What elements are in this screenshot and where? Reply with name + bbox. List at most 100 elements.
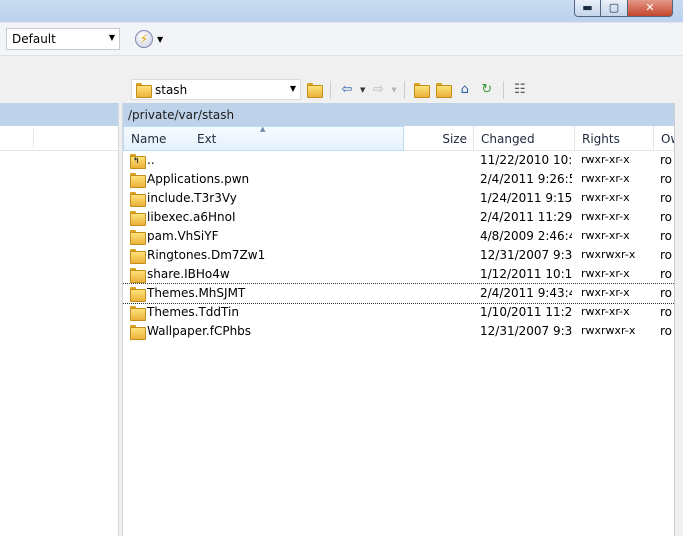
file-name: libexec.a6HnoI: [147, 210, 236, 224]
parent-directory-icon[interactable]: [412, 81, 430, 99]
minimize-button[interactable]: ▬: [574, 0, 601, 17]
main-toolbar: Default ▼ ⚡ ▼: [0, 22, 683, 56]
forward-arrow-icon[interactable]: ⇨: [369, 81, 387, 99]
file-changed: 4/8/2009 2:46:4...: [480, 229, 572, 243]
file-row[interactable]: Themes.TddTin 1/10/2011 11:2... rwxr-xr-…: [123, 303, 674, 322]
file-name: Wallpaper.fCPhbs: [147, 324, 252, 338]
file-name: Themes.MhSJMT: [147, 286, 246, 300]
sort-ascending-icon: ▲: [260, 125, 266, 133]
file-row[interactable]: share.IBHo4w 1/12/2011 10:1... rwxr-xr-x…: [123, 265, 674, 284]
file-changed: 1/12/2011 10:1...: [480, 267, 572, 281]
home-icon[interactable]: ⌂: [456, 81, 474, 99]
file-rights: rwxr-xr-x: [581, 172, 630, 185]
folder-icon: [130, 192, 146, 207]
column-header-size[interactable]: Size: [404, 126, 474, 151]
chevron-down-icon: ▼: [108, 33, 115, 42]
file-rights: rwxr-xr-x: [581, 210, 630, 223]
file-row[interactable]: Applications.pwn 2/4/2011 9:26:5... rwxr…: [123, 170, 674, 189]
lightning-icon: ⚡: [135, 30, 153, 48]
file-name: Themes.TddTin: [147, 305, 239, 319]
file-owner: ro: [660, 172, 673, 186]
remote-toolbar: stash ▼ ⇦ ▼ ⇨ ▼ ⌂ ↻ ☷: [0, 57, 683, 103]
file-name: Ringtones.Dm7Zw1: [147, 248, 266, 262]
folder-icon: [307, 83, 323, 98]
tree-view-icon[interactable]: ☷: [511, 81, 529, 99]
file-owner: ro: [660, 305, 673, 319]
transfer-profile-select[interactable]: Default ▼: [6, 28, 120, 50]
file-rights: rwxr-xr-x: [581, 267, 630, 280]
file-owner: ro: [660, 153, 673, 167]
remote-path-text: /private/var/stash: [128, 107, 235, 122]
file-changed: 1/10/2011 11:2...: [480, 305, 572, 319]
maximize-button[interactable]: ▢: [601, 0, 628, 17]
file-changed: 12/31/2007 9:3...: [480, 248, 572, 262]
close-button[interactable]: ✕: [628, 0, 673, 17]
column-header-ext[interactable]: Ext: [190, 126, 250, 151]
file-name: pam.VhSiYF: [147, 229, 219, 243]
quick-action-button[interactable]: ⚡ ▼: [135, 28, 167, 50]
column-header-owner[interactable]: Ow: [654, 126, 674, 151]
remote-directory-select[interactable]: stash ▼: [131, 79, 301, 100]
folder-up-icon: [413, 83, 430, 98]
toolbar-separator: [502, 80, 504, 99]
column-header-rights[interactable]: Rights: [575, 126, 654, 151]
local-path-bar: [0, 103, 118, 126]
file-name: ..: [147, 153, 155, 167]
transfer-profile-value: Default: [12, 32, 56, 46]
window-right-edge: [675, 103, 683, 536]
refresh-icon[interactable]: ↻: [478, 81, 496, 99]
file-row[interactable]: pam.VhSiYF 4/8/2009 2:46:4... rwxr-xr-x …: [123, 227, 674, 246]
file-owner: ro: [660, 210, 673, 224]
file-owner: ro: [660, 324, 673, 338]
open-folder-icon[interactable]: [305, 81, 323, 99]
file-owner: ro: [660, 229, 673, 243]
remote-panel: /private/var/stash Name ▲ Ext Size Chang…: [123, 103, 675, 536]
file-changed: 1/24/2011 9:15:...: [480, 191, 572, 205]
file-owner: ro: [660, 267, 673, 281]
file-rights: rwxr-xr-x: [581, 153, 630, 166]
column-header-name[interactable]: Name ▲: [123, 125, 404, 151]
remote-file-list: ↰ .. 11/22/2010 10:... rwxr-xr-x ro Appl…: [123, 151, 674, 341]
remote-path-bar: /private/var/stash: [123, 103, 674, 126]
folder-icon: [130, 268, 146, 283]
folder-icon: [130, 249, 146, 264]
file-row[interactable]: include.T3r3Vy 1/24/2011 9:15:... rwxr-x…: [123, 189, 674, 208]
local-column-header: [0, 126, 118, 151]
column-size-label: Size: [442, 131, 467, 146]
file-changed: 11/22/2010 10:...: [480, 153, 572, 167]
file-changed: 12/31/2007 9:3...: [480, 324, 572, 338]
chevron-down-icon[interactable]: ▼: [360, 86, 365, 94]
file-row[interactable]: libexec.a6HnoI 2/4/2011 11:29:... rwxr-x…: [123, 208, 674, 227]
file-name: share.IBHo4w: [147, 267, 230, 281]
file-rights: rwxr-xr-x: [581, 286, 630, 299]
file-owner: ro: [660, 248, 673, 262]
file-rights: rwxrwxr-x: [581, 248, 636, 261]
folder-root-icon: [435, 83, 452, 98]
column-owner-label: Ow: [661, 131, 674, 146]
chevron-down-icon[interactable]: ▼: [391, 86, 396, 94]
remote-directory-value: stash: [155, 82, 188, 97]
column-divider[interactable]: [33, 129, 34, 147]
toolbar-separator: [403, 80, 405, 99]
back-arrow-icon[interactable]: ⇦: [338, 81, 356, 99]
local-panel: [0, 103, 118, 536]
file-changed: 2/4/2011 9:43:4...: [480, 286, 572, 300]
root-directory-icon[interactable]: [434, 81, 452, 99]
folder-icon: [136, 83, 152, 98]
file-changed: 2/4/2011 9:26:5...: [480, 172, 572, 186]
remote-column-header: Name ▲ Ext Size Changed Rights Ow: [123, 125, 674, 151]
column-changed-label: Changed: [481, 131, 535, 146]
column-rights-label: Rights: [582, 131, 620, 146]
folder-icon: [130, 230, 146, 245]
column-header-changed[interactable]: Changed: [474, 126, 575, 151]
file-row[interactable]: ↰ .. 11/22/2010 10:... rwxr-xr-x ro: [123, 151, 674, 170]
column-name-label: Name: [131, 131, 167, 146]
parent-folder-icon: ↰: [130, 154, 146, 169]
file-owner: ro: [660, 191, 673, 205]
file-row[interactable]: Ringtones.Dm7Zw1 12/31/2007 9:3... rwxrw…: [123, 246, 674, 265]
file-rights: rwxr-xr-x: [581, 305, 630, 318]
file-row[interactable]: Wallpaper.fCPhbs 12/31/2007 9:3... rwxrw…: [123, 322, 674, 341]
window-controls: ▬ ▢ ✕: [574, 0, 673, 17]
file-rights: rwxr-xr-x: [581, 191, 630, 204]
file-row[interactable]: Themes.MhSJMT 2/4/2011 9:43:4... rwxr-xr…: [123, 283, 674, 304]
